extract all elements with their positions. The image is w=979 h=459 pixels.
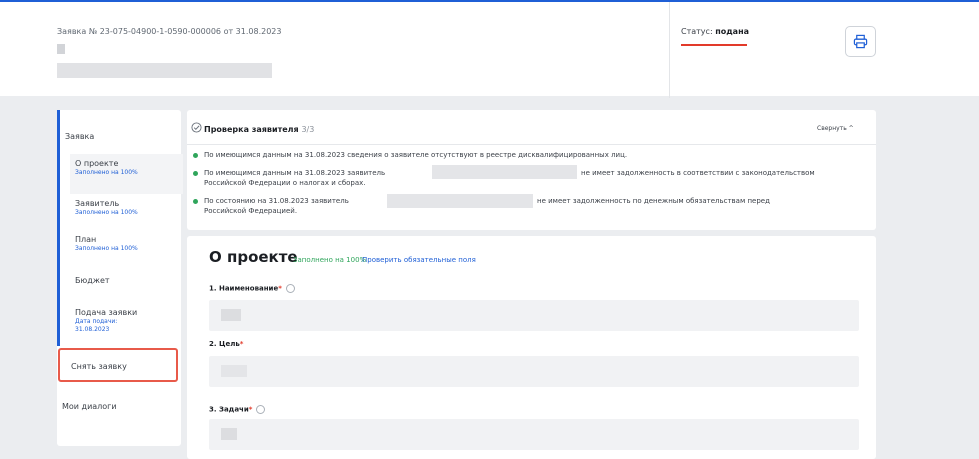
application-header: Заявка № 23-075-04900-1-0590-000006 от 3… — [0, 0, 979, 98]
status-label: Статус: — [681, 27, 713, 36]
field-label-goal: 2. Цель* — [209, 340, 243, 348]
check-row: По имеющимся данным на 31.08.2023 заявит… — [204, 169, 386, 177]
check-row: По состоянию на 31.08.2023 заявитель — [204, 197, 349, 205]
check-row: По имеющимся данным на 31.08.2023 сведен… — [204, 151, 628, 159]
field-label-name: 1. Наименование* — [209, 284, 295, 293]
required-mark: * — [278, 284, 282, 293]
redacted-text — [221, 428, 237, 440]
sidebar-item-status: Дата подачи: 31.08.2023 — [75, 318, 118, 333]
redacted-text — [432, 165, 577, 179]
success-dot — [193, 153, 198, 158]
sidebar-item-dialogs[interactable]: Мои диалоги — [62, 402, 117, 411]
redacted-text — [221, 365, 247, 377]
sidebar-item-label: Заявитель — [75, 199, 120, 208]
field-label-text: 2. Цель — [209, 340, 240, 348]
sidebar-item-submission[interactable]: Подача заявки Дата подачи: 31.08.2023 — [75, 308, 183, 344]
sidebar-item-applicant[interactable]: Заявитель Заполнено на 100% — [75, 196, 183, 230]
redacted-text — [57, 63, 272, 78]
sidebar-item-plan[interactable]: План Заполнено на 100% — [75, 232, 183, 266]
sidebar-item-application[interactable]: Заявка — [60, 120, 184, 154]
name-field[interactable] — [209, 300, 859, 331]
sidebar-item-label: Бюджет — [75, 276, 110, 285]
check-count: 3/3 — [301, 125, 315, 134]
section-title: О проекте — [209, 248, 298, 266]
application-number: Заявка № 23-075-04900-1-0590-000006 от 3… — [57, 27, 282, 36]
withdraw-application-button[interactable]: Снять заявку — [58, 348, 178, 382]
check-row: Российской Федерации о налогах и сборах. — [204, 179, 366, 187]
field-label-text: 3. Задачи — [209, 405, 249, 414]
check-title-text: Проверка заявителя — [204, 125, 299, 134]
help-icon[interactable] — [256, 405, 266, 414]
help-icon[interactable] — [285, 284, 295, 293]
check-row: Российской Федерацией. — [204, 207, 298, 215]
required-mark: * — [248, 405, 253, 414]
redacted-text — [221, 309, 241, 321]
success-dot — [193, 171, 198, 176]
sidebar-item-status: Заполнено на 100% — [75, 169, 138, 176]
status-highlight — [681, 44, 747, 46]
sidebar: Заявка О проекте Заполнено на 100% Заяви… — [57, 110, 184, 446]
checklist-icon — [191, 122, 202, 133]
printer-icon — [853, 34, 868, 49]
divider — [669, 2, 670, 98]
sidebar-item-status: Заполнено на 100% — [75, 245, 138, 252]
redacted-text — [387, 194, 533, 208]
sidebar-group-application: Заявка О проекте Заполнено на 100% Заяви… — [57, 110, 184, 346]
print-button[interactable] — [845, 26, 876, 57]
sidebar-item-label: Подача заявки — [75, 308, 138, 317]
goal-field[interactable] — [209, 356, 859, 387]
field-label-text: 1. Наименование — [209, 284, 279, 293]
tasks-field[interactable] — [209, 419, 859, 450]
sidebar-item-about[interactable]: О проекте Заполнено на 100% — [70, 154, 183, 194]
check-required-fields-link[interactable]: Проверить обязательные поля — [362, 256, 476, 264]
success-dot — [193, 199, 198, 204]
check-title: Проверка заявителя 3/3 — [204, 125, 314, 134]
about-project-section: О проекте Заполнено на 100% Проверить об… — [187, 236, 876, 459]
check-row: не имеет задолженность в соответствии с … — [581, 169, 815, 177]
required-mark: * — [239, 340, 244, 348]
divider — [187, 144, 876, 145]
sidebar-item-budget[interactable]: Бюджет — [75, 276, 183, 296]
sidebar-item-status: Заполнено на 100% — [75, 209, 138, 216]
sidebar-item-label: План — [75, 235, 97, 244]
status-value: подана — [715, 27, 749, 36]
collapse-button[interactable]: Свернуть ^ — [817, 125, 854, 132]
applicant-check-panel: Проверка заявителя 3/3 Свернуть ^ По име… — [187, 110, 876, 230]
section-completion: Заполнено на 100% — [293, 256, 367, 264]
field-label-tasks: 3. Задачи* — [209, 405, 266, 414]
check-row: не имеет задолженность по денежным обяза… — [537, 197, 770, 205]
sidebar-item-label: О проекте — [75, 159, 119, 168]
redacted-text — [57, 44, 65, 54]
status-text: Статус: подана — [681, 27, 749, 36]
